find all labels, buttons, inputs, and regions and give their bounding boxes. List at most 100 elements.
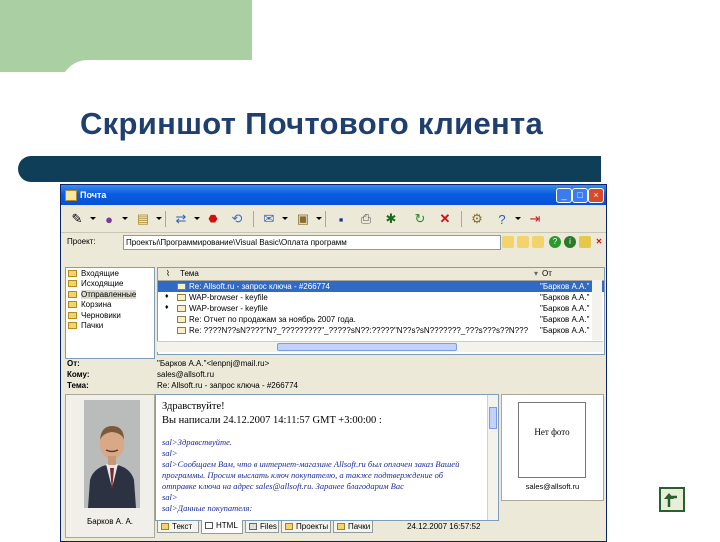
project-path-field[interactable]: Проекты\Программирование\Visual Basic\Оп… <box>123 235 501 250</box>
chevron-down-icon[interactable] <box>282 217 288 220</box>
table-row[interactable]: Re: Отчет по продажам за ноябрь 2007 год… <box>158 314 604 325</box>
body-wrote-line: Вы написали 24.12.2007 14:11:57 GMT +3:0… <box>162 415 382 426</box>
project-label: Проект: <box>67 237 96 246</box>
tab-files[interactable]: Files <box>245 521 279 533</box>
table-row[interactable]: Re: ????N??sN????"N?_?????????"_?????sN?… <box>158 325 604 336</box>
window-titlebar[interactable]: Почта _ □ × <box>61 185 606 205</box>
antivirus-icon[interactable]: ✱ <box>381 209 401 229</box>
notes-icon[interactable]: ▤ <box>133 209 153 229</box>
mail-client-window: Почта _ □ × ✎ ● ▤ ⇄ ⬣ ⟲ ✉ ▣ ▪ ⎙ ✱ ↻ ✕ ⚙ … <box>60 184 607 542</box>
clipboard-icon[interactable]: ▣ <box>293 209 313 229</box>
chevron-down-icon[interactable] <box>90 217 96 220</box>
column-header-subject[interactable]: Тема <box>180 269 199 278</box>
tab-projects[interactable]: Проекты <box>281 521 331 533</box>
exit-icon[interactable]: ⇥ <box>525 209 545 229</box>
minimize-button[interactable]: _ <box>556 188 572 203</box>
contact-panel: Нет фото sales@allsoft.ru <box>501 394 604 501</box>
tab-label: Проекты <box>296 522 329 531</box>
folder-add-icon[interactable] <box>532 236 544 248</box>
maximize-button[interactable]: □ <box>572 188 588 203</box>
body-vertical-scrollbar[interactable] <box>487 395 498 520</box>
folder-label: Отправленные <box>81 289 137 299</box>
envelope-icon <box>177 327 186 334</box>
slide-title: Скриншот Почтового клиента <box>80 106 544 141</box>
settings-icon[interactable]: ⚙ <box>467 209 487 229</box>
message-body[interactable]: Здравствуйте! Вы написали 24.12.2007 14:… <box>155 394 499 521</box>
chevron-down-icon[interactable] <box>316 217 322 220</box>
toolbar-separator <box>165 211 166 227</box>
delete-icon[interactable]: ✕ <box>435 209 455 229</box>
new-message-icon[interactable]: ✉ <box>259 209 279 229</box>
message-from: "Барков А.А." <box>540 315 590 324</box>
table-row[interactable]: ♦ WAP-browser - keyfile "Барков А.А." <box>158 292 604 303</box>
message-from: "Барков А.А." <box>540 326 590 335</box>
scrollbar-thumb[interactable] <box>277 343 457 351</box>
contact-photo-placeholder: Нет фото <box>518 402 586 478</box>
chevron-down-icon[interactable] <box>122 217 128 220</box>
stop-icon[interactable]: ⬣ <box>203 209 223 229</box>
message-list-horizontal-scrollbar[interactable] <box>157 341 603 352</box>
paperclip-icon[interactable]: ⌇ <box>166 269 170 278</box>
project-bar: Проект: Проекты\Программирование\Visual … <box>61 233 606 252</box>
tab-html[interactable]: HTML <box>201 520 243 534</box>
help-green-icon[interactable]: ? <box>549 236 561 248</box>
close-button[interactable]: × <box>588 188 604 203</box>
message-subject: Re: Отчет по продажам за ноябрь 2007 год… <box>189 315 356 324</box>
mail-app-icon <box>65 190 77 201</box>
flag-icon: ♦ <box>165 304 169 311</box>
tab-packs[interactable]: Пачки <box>333 521 373 533</box>
return-arrow-icon <box>664 493 677 507</box>
message-subject: WAP-browser - keyfile <box>189 293 268 302</box>
help-icon[interactable]: ? <box>492 209 512 229</box>
save-icon[interactable]: ▪ <box>331 209 351 229</box>
folder-item-trash[interactable]: Корзина <box>66 300 154 311</box>
chevron-down-icon[interactable] <box>515 217 521 220</box>
sender-photo <box>84 400 140 508</box>
users-icon[interactable]: ● <box>99 209 119 229</box>
folder-item-sent[interactable]: Отправленные <box>66 289 154 300</box>
return-button[interactable] <box>659 487 685 512</box>
sender-name: Барков А. А. <box>87 517 133 526</box>
refresh-icon[interactable]: ↻ <box>410 209 430 229</box>
folder-label: Корзина <box>81 300 112 310</box>
info-icon[interactable]: i <box>564 236 576 248</box>
sync-icon[interactable]: ⟲ <box>227 209 247 229</box>
send-receive-icon[interactable]: ⇄ <box>171 209 191 229</box>
tab-label: Files <box>260 522 277 531</box>
envelope-icon <box>177 316 186 323</box>
folder-icon <box>68 269 77 277</box>
tree-icon[interactable] <box>579 236 591 248</box>
chevron-down-icon[interactable] <box>194 217 200 220</box>
message-subject: Re: Allsoft.ru - запрос ключа - #266774 <box>189 282 330 291</box>
scrollbar-thumb[interactable] <box>489 407 497 429</box>
folder-item-inbox[interactable]: Входящие <box>66 268 154 279</box>
body-view-tabs: Текст HTML Files Проекты Пачки 24.12.200… <box>155 520 601 534</box>
column-header-from[interactable]: От <box>542 269 552 278</box>
folder-label: Черновики <box>81 310 121 320</box>
from-label: От: <box>67 359 80 368</box>
folder-open-icon[interactable] <box>502 236 514 248</box>
folder-item-drafts[interactable]: Черновики <box>66 310 154 321</box>
folder-icon[interactable] <box>517 236 529 248</box>
table-row[interactable]: ♦ WAP-browser - keyfile "Барков А.А." <box>158 303 604 314</box>
folder-item-packs[interactable]: Пачки <box>66 321 154 332</box>
contact-email: sales@allsoft.ru <box>525 482 580 491</box>
folder-icon <box>68 280 77 288</box>
sender-photo-panel: Барков А. А. <box>65 394 155 538</box>
envelope-icon <box>177 294 186 301</box>
tab-label: HTML <box>216 521 238 530</box>
folder-list: Входящие Исходящие Отправленные Корзина … <box>65 267 155 359</box>
close-project-icon[interactable]: ✕ <box>593 236 605 248</box>
folder-item-outbox[interactable]: Исходящие <box>66 279 154 290</box>
message-list-vertical-scrollbar[interactable] <box>592 280 602 340</box>
subject-label: Тема: <box>67 381 89 390</box>
subject-value: Re: Allsoft.ru - запрос ключа - #266774 <box>157 381 298 390</box>
table-row[interactable]: Re: Allsoft.ru - запрос ключа - #266774 … <box>158 281 604 292</box>
magic-wand-icon[interactable]: ✎ <box>67 209 87 229</box>
print-icon[interactable]: ⎙ <box>356 209 376 229</box>
message-header-info: От: "Барков А.А."<lenpnj@mail.ru> Кому: … <box>67 358 602 394</box>
quote-line: sal> <box>162 448 178 458</box>
chevron-down-icon[interactable] <box>156 217 162 220</box>
main-toolbar: ✎ ● ▤ ⇄ ⬣ ⟲ ✉ ▣ ▪ ⎙ ✱ ↻ ✕ ⚙ ? ⇥ <box>61 206 606 233</box>
tab-text[interactable]: Текст <box>157 521 199 533</box>
